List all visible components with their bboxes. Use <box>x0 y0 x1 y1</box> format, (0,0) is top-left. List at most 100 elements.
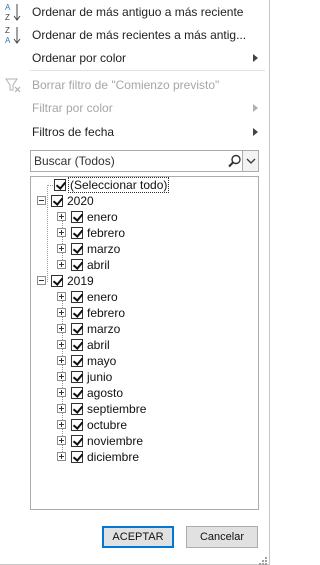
tree-month-row[interactable]: febrero <box>31 225 258 241</box>
resize-grip-icon[interactable] <box>259 554 267 565</box>
expand-icon[interactable] <box>57 436 66 445</box>
ok-button[interactable]: ACEPTAR <box>102 526 174 548</box>
select-all-label: (Seleccionar todo) <box>68 177 170 193</box>
expand-icon[interactable] <box>57 324 66 333</box>
tree-month-row[interactable]: noviembre <box>31 433 258 449</box>
expand-icon[interactable] <box>57 228 66 237</box>
svg-text:Z: Z <box>5 26 10 35</box>
month-label: marzo <box>87 242 121 256</box>
tree-year-row[interactable]: 2019 <box>31 273 258 289</box>
month-checkbox[interactable] <box>71 291 83 303</box>
autofilter-dropdown: A Z Ordenar de más antiguo a más recient… <box>0 0 270 565</box>
tree-month-row[interactable]: diciembre <box>31 449 258 465</box>
collapse-icon[interactable] <box>37 276 46 285</box>
month-checkbox[interactable] <box>71 403 83 415</box>
sort-by-color[interactable]: Ordenar por color <box>0 47 268 69</box>
chevron-down-icon[interactable] <box>242 151 258 171</box>
month-checkbox[interactable] <box>71 227 83 239</box>
sort-newest-to-oldest[interactable]: Z A Ordenar de más recientes a más antig… <box>0 24 268 46</box>
month-label: diciembre <box>87 450 140 464</box>
collapse-icon[interactable] <box>37 196 46 205</box>
expand-icon[interactable] <box>57 244 66 253</box>
month-label: mayo <box>87 354 117 368</box>
filter-by-color: Filtrar por color <box>0 97 268 119</box>
svg-text:A: A <box>5 3 11 12</box>
select-all-row[interactable]: (Seleccionar todo) <box>31 177 258 193</box>
month-checkbox[interactable] <box>71 323 83 335</box>
clear-filter: Borrar filtro de "Comienzo previsto" <box>0 74 268 96</box>
expand-icon[interactable] <box>57 260 66 269</box>
search-placeholder: Buscar (Todos) <box>34 154 115 168</box>
year-checkbox[interactable] <box>51 275 63 287</box>
tree-month-row[interactable]: marzo <box>31 321 258 337</box>
month-label: marzo <box>87 322 121 336</box>
expand-icon[interactable] <box>57 372 66 381</box>
month-label: agosto <box>87 386 124 400</box>
clear-filter-label: Borrar filtro de "Comienzo previsto" <box>32 78 220 92</box>
tree-month-row[interactable]: octubre <box>31 417 258 433</box>
year-label: 2019 <box>67 274 94 288</box>
select-all-checkbox[interactable] <box>54 179 66 191</box>
expand-icon[interactable] <box>57 404 66 413</box>
sort-ascending-icon: A Z <box>4 2 22 22</box>
month-checkbox[interactable] <box>71 243 83 255</box>
sort-asc-label: Ordenar de más antiguo a más reciente <box>32 5 244 19</box>
tree-month-row[interactable]: mayo <box>31 353 258 369</box>
clear-filter-icon <box>4 75 22 95</box>
search-icon[interactable] <box>228 154 242 168</box>
submenu-arrow-icon <box>253 54 258 62</box>
year-checkbox[interactable] <box>51 195 63 207</box>
tree-month-row[interactable]: febrero <box>31 305 258 321</box>
month-label: enero <box>87 210 118 224</box>
year-label: 2020 <box>67 194 94 208</box>
search-input[interactable]: Buscar (Todos) <box>30 150 259 172</box>
tree-month-row[interactable]: enero <box>31 289 258 305</box>
month-label: enero <box>87 290 118 304</box>
tree-month-row[interactable]: agosto <box>31 385 258 401</box>
svg-text:Z: Z <box>5 13 10 22</box>
month-checkbox[interactable] <box>71 371 83 383</box>
expand-icon[interactable] <box>57 212 66 221</box>
menu-separator <box>30 70 265 71</box>
month-checkbox[interactable] <box>71 307 83 319</box>
tree-month-row[interactable]: junio <box>31 369 258 385</box>
sort-desc-label: Ordenar de más recientes a más antig... <box>32 28 247 42</box>
month-label: junio <box>87 370 113 384</box>
month-label: abril <box>87 258 110 272</box>
tree-month-row[interactable]: abril <box>31 257 258 273</box>
expand-icon[interactable] <box>57 452 66 461</box>
tree-month-row[interactable]: enero <box>31 209 258 225</box>
month-checkbox[interactable] <box>71 387 83 399</box>
filter-color-label: Filtrar por color <box>32 101 113 115</box>
sort-color-label: Ordenar por color <box>32 51 127 65</box>
month-label: octubre <box>87 418 128 432</box>
submenu-arrow-icon <box>253 104 258 112</box>
sort-oldest-to-newest[interactable]: A Z Ordenar de más antiguo a más recient… <box>0 1 268 23</box>
expand-icon[interactable] <box>57 356 66 365</box>
month-checkbox[interactable] <box>71 355 83 367</box>
expand-icon[interactable] <box>57 420 66 429</box>
cancel-button[interactable]: Cancelar <box>186 526 258 548</box>
date-filters[interactable]: Filtros de fecha <box>0 121 268 143</box>
month-label: abril <box>87 338 110 352</box>
month-checkbox[interactable] <box>71 211 83 223</box>
tree-month-row[interactable]: abril <box>31 337 258 353</box>
month-checkbox[interactable] <box>71 435 83 447</box>
month-checkbox[interactable] <box>71 451 83 463</box>
tree-month-row[interactable]: marzo <box>31 241 258 257</box>
expand-icon[interactable] <box>57 308 66 317</box>
month-label: febrero <box>87 306 126 320</box>
month-label: noviembre <box>87 434 144 448</box>
svg-text:A: A <box>5 36 11 45</box>
expand-icon[interactable] <box>57 292 66 301</box>
submenu-arrow-icon <box>253 128 258 136</box>
month-checkbox[interactable] <box>71 339 83 351</box>
tree-month-row[interactable]: septiembre <box>31 401 258 417</box>
tree-year-row[interactable]: 2020 <box>31 193 258 209</box>
month-checkbox[interactable] <box>71 419 83 431</box>
date-filters-label: Filtros de fecha <box>32 125 115 139</box>
expand-icon[interactable] <box>57 340 66 349</box>
filter-value-tree[interactable]: (Seleccionar todo) 2020 enero febrero ma… <box>30 176 259 510</box>
expand-icon[interactable] <box>57 388 66 397</box>
month-checkbox[interactable] <box>71 259 83 271</box>
